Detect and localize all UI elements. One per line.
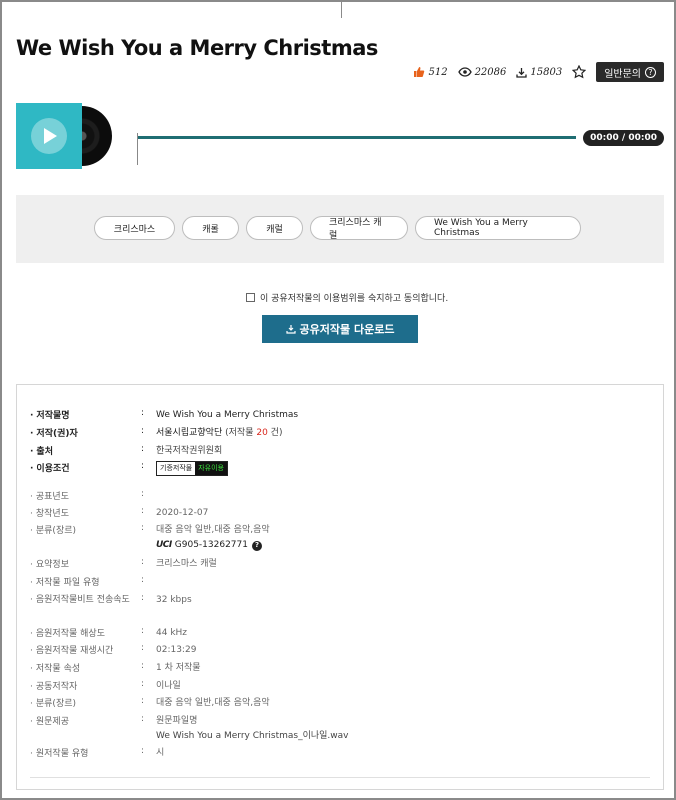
info-label: 저작(권)자 (30, 426, 135, 439)
info-label: 창작년도 (30, 506, 135, 519)
info-value: 한국저작권위원회 (156, 446, 223, 456)
info-value: 시 (156, 748, 165, 758)
download-count: 15803 (516, 67, 562, 78)
info-label: 저작물 속성 (30, 661, 135, 674)
progress-track[interactable] (138, 136, 576, 139)
download-icon (516, 67, 528, 78)
info-value: 1 차 저작물 (156, 663, 201, 673)
info-value: We Wish You a Merry Christmas (156, 410, 299, 420)
tag-list: 크리스마스 캐롤 캐럴 크리스마스 캐럴 We Wish You a Merry… (94, 216, 588, 241)
info-value: 크리스마스 캐럴 (156, 559, 217, 569)
info-label: 분류(장르) (30, 696, 135, 709)
info-label: 분류(장르) (30, 523, 135, 536)
original-file-name: We Wish You a Merry Christmas_이나일.wav (156, 731, 349, 741)
divider (30, 777, 650, 778)
info-label: 저작물명 (30, 408, 135, 421)
play-icon (44, 128, 57, 144)
agree-text: 이 공유저작물의 이용범위를 숙지하고 동의합니다. (260, 294, 449, 304)
info-label: 공표년도 (30, 489, 135, 502)
info-label: 요약정보 (30, 557, 135, 570)
info-label: 음원저작물 재생시간 (30, 643, 135, 656)
view-count: 22086 (457, 66, 507, 78)
tag-item[interactable]: We Wish You a Merry Christmas (415, 216, 581, 240)
info-value: 이나일 (156, 681, 181, 691)
divider (341, 0, 342, 18)
download-label: 공유저작물 다운로드 (299, 323, 395, 336)
uci-code: UCI G905-13262771? (156, 538, 262, 553)
audio-player: 00:00 / 00:00 (16, 103, 664, 169)
info-value: 서울시립교향악단 (저작물 20 건) (156, 428, 283, 438)
author-name[interactable]: 서울시립교향악단 (156, 428, 222, 438)
page-title: We Wish You a Merry Christmas (16, 36, 378, 60)
work-count[interactable]: 20 (256, 428, 267, 438)
stats-bar: 512 22086 15803 일반문의 ? (413, 62, 664, 82)
uci-logo-icon: UCI (156, 540, 172, 550)
tag-item[interactable]: 캐럴 (246, 216, 303, 240)
work-info-panel: 저작물명: We Wish You a Merry Christmas 저작(권… (16, 384, 664, 790)
tag-item[interactable]: 크리스마스 (94, 216, 175, 240)
agree-checkbox[interactable] (246, 293, 255, 302)
star-icon (572, 65, 587, 79)
info-label: 공동저작자 (30, 679, 135, 692)
info-value: 32 kbps (156, 595, 192, 605)
info-value: 대중 음악 일반,대중 음악,음악 (156, 698, 270, 708)
info-label: 원저작물 유형 (30, 746, 135, 759)
info-label: 이용조건 (30, 461, 135, 474)
play-button[interactable] (31, 118, 67, 154)
tag-item[interactable]: 캐롤 (182, 216, 239, 240)
time-display: 00:00 / 00:00 (583, 130, 664, 146)
inquiry-button[interactable]: 일반문의 ? (596, 62, 664, 82)
like-count-value: 512 (428, 66, 448, 78)
help-icon[interactable]: ? (251, 540, 262, 551)
inquiry-label: 일반문의 (604, 68, 641, 80)
info-value: 대중 음악 일반,대중 음악,음악 (156, 525, 270, 535)
thumbs-up-icon (414, 67, 425, 77)
help-icon: ? (645, 66, 656, 78)
license-badge[interactable]: 기증저작물 자유이용 (156, 461, 228, 476)
info-label: 원문제공 (30, 714, 135, 727)
info-label: 음원저작물비트 전송속도 (30, 593, 135, 608)
download-icon (285, 325, 296, 334)
info-value: 2020-12-07 (156, 508, 209, 518)
tag-item[interactable]: 크리스마스 캐럴 (310, 216, 408, 241)
download-button[interactable]: 공유저작물 다운로드 (262, 315, 418, 343)
agree-row: 이 공유저작물의 이용범위를 숙지하고 동의합니다. (246, 291, 448, 304)
info-value: 02:13:29 (156, 645, 197, 655)
info-label: 음원저작물 해상도 (30, 626, 135, 639)
eye-icon (457, 67, 472, 77)
bookmark-star-button[interactable] (572, 65, 587, 79)
info-value: 원문파일명 (156, 716, 198, 726)
view-count-value: 22086 (474, 66, 507, 78)
like-count[interactable]: 512 (413, 66, 448, 78)
info-label: 저작물 파일 유형 (30, 575, 135, 588)
info-label: 출처 (30, 444, 135, 457)
tag-area: 크리스마스 캐롤 캐럴 크리스마스 캐럴 We Wish You a Merry… (16, 195, 664, 263)
download-count-value: 15803 (530, 66, 563, 78)
info-value: 44 kHz (156, 628, 188, 638)
